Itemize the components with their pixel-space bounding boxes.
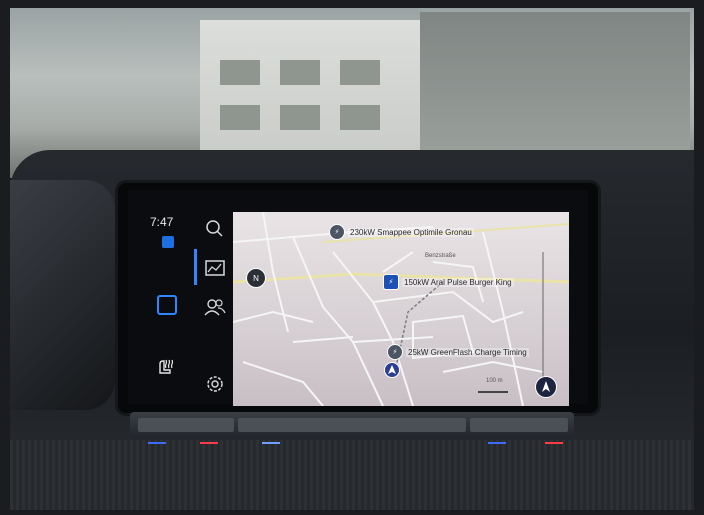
ev-charger-icon: ⚡ [387,344,403,360]
led-indicator [488,442,506,444]
led-indicator [545,442,563,444]
side-menu [197,210,233,406]
ev-charger-icon: ⚡ [329,224,345,240]
navigation-map[interactable]: Benzstraße ⚡ 230kW Smappee Optimile Gron… [233,212,569,406]
aral-charger-icon: ⚡ [383,274,399,290]
compass-button[interactable]: N [246,268,266,288]
navigation-arrow-button[interactable] [535,376,557,398]
clock: 7:47 [150,215,174,229]
poi-label: 230kW Smappee Optimile Gronau [348,227,474,237]
poi-label: 150kW Aral Pulse Burger King [402,277,514,287]
climate-slider-right[interactable] [470,418,568,432]
led-indicator [262,442,280,444]
poi-marker[interactable]: ⚡ 150kW Aral Pulse Burger King [383,274,514,290]
map-roads [233,212,569,406]
map-icon[interactable] [201,254,229,282]
poi-label: 25kW GreenFlash Charge Timing [406,347,529,357]
notification-icon[interactable] [162,236,174,248]
led-indicator [200,442,218,444]
map-scale-label: 100 m [486,378,503,384]
home-square-button[interactable] [157,295,177,315]
led-indicator [148,442,166,444]
background-building [200,20,420,155]
poi-marker[interactable]: ⚡ 25kW GreenFlash Charge Timing [387,344,529,360]
climate-center-buttons[interactable] [238,418,466,432]
poi-marker[interactable]: ⚡ 230kW Smappee Optimile Gronau [329,224,474,240]
profile-icon[interactable] [201,293,229,321]
left-glass-panel [10,180,115,410]
background-right-building [420,12,690,162]
search-icon[interactable] [201,215,229,243]
vehicle-position-icon [384,362,400,378]
seat-heating-icon[interactable] [155,356,177,378]
street-label: Benzstraße [425,253,456,259]
climate-slider-left[interactable] [138,418,234,432]
dashboard-lower-trim [10,440,694,510]
map-scale-bar [478,391,508,393]
settings-icon[interactable] [201,370,229,398]
